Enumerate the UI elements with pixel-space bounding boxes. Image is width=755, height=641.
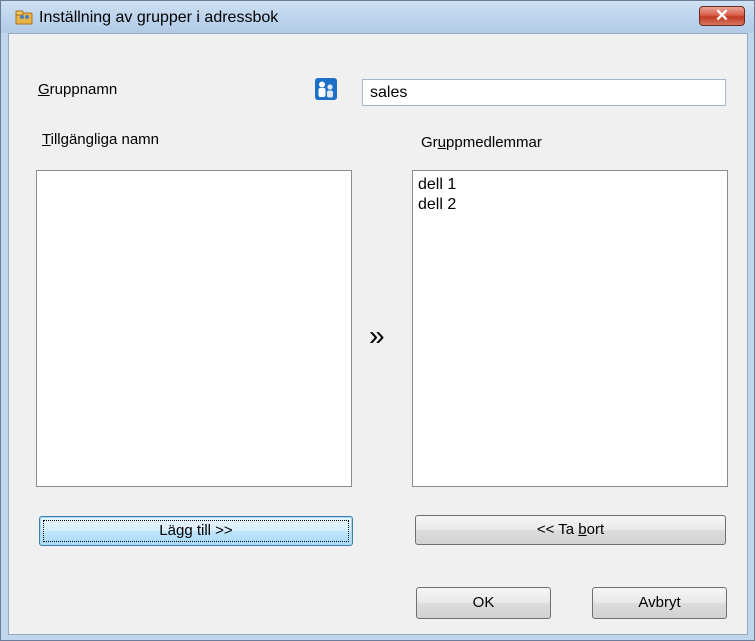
- ok-button[interactable]: OK: [416, 587, 551, 619]
- group-members-list[interactable]: dell 1 dell 2: [412, 170, 728, 487]
- group-name-input[interactable]: [362, 79, 726, 106]
- group-name-label: Gruppnamn: [38, 81, 118, 98]
- cancel-button[interactable]: Avbryt: [592, 587, 727, 619]
- list-item[interactable]: dell 2: [413, 195, 727, 215]
- group-people-icon[interactable]: [315, 78, 337, 100]
- window-title: Inställning av grupper i adressbok: [39, 9, 279, 26]
- close-button[interactable]: ✕: [699, 6, 745, 26]
- available-names-label: Tillgängliga namn: [42, 131, 160, 148]
- folder-people-icon: [15, 10, 33, 25]
- remove-button[interactable]: << Ta bort: [415, 515, 726, 545]
- close-icon: ✕: [714, 6, 730, 25]
- group-members-label: Gruppmedlemmar: [421, 134, 542, 151]
- title-bar[interactable]: Inställning av grupper i adressbok ✕: [1, 1, 754, 33]
- add-button[interactable]: Lägg till >>: [39, 516, 353, 546]
- transfer-arrow-icon: »: [369, 320, 385, 351]
- available-names-list[interactable]: [36, 170, 352, 487]
- dialog-window: Inställning av grupper i adressbok ✕ Gru…: [0, 0, 755, 641]
- list-item[interactable]: dell 1: [413, 175, 727, 195]
- dialog-body: Gruppnamn Tillgängliga namn Gruppmedlemm…: [8, 33, 748, 635]
